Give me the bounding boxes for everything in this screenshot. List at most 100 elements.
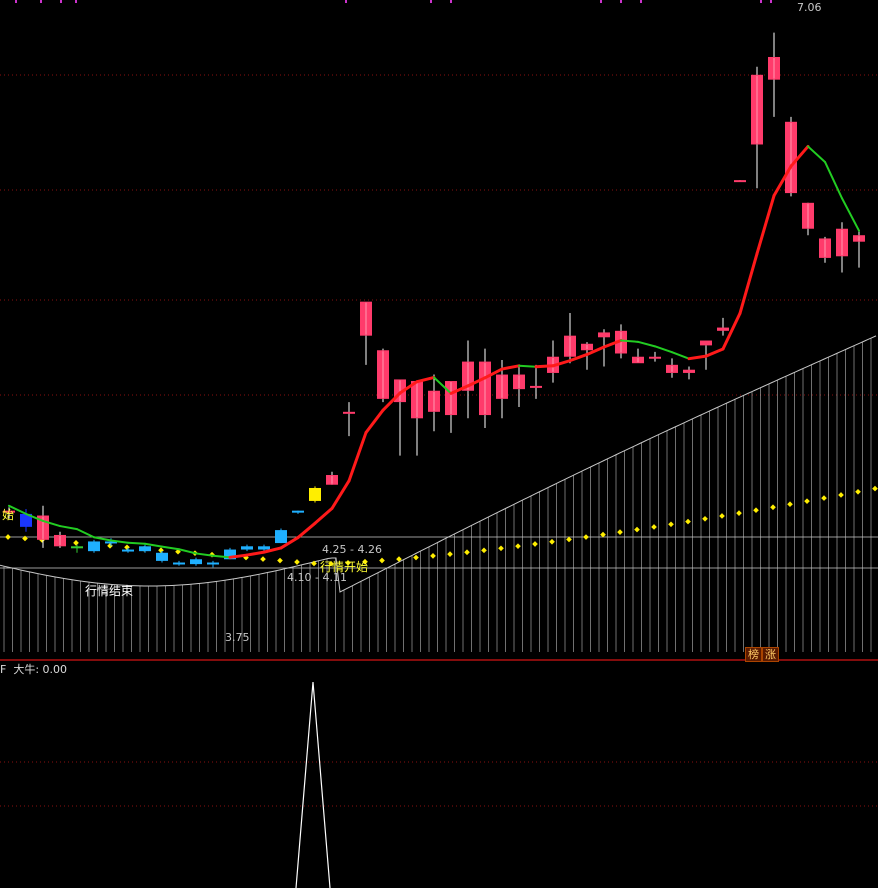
moving-average (8, 144, 860, 559)
candle-body (88, 541, 100, 552)
dot-marker (430, 553, 436, 559)
dot-marker (260, 556, 266, 562)
candle-body (530, 385, 542, 388)
low-price-label: 3.75 (225, 631, 250, 644)
dot-marker (634, 526, 640, 533)
candle-body (292, 510, 304, 513)
ma-segment (330, 479, 351, 510)
ma-segment (637, 340, 656, 348)
ma-segment (93, 536, 112, 542)
ma-segment (721, 311, 742, 351)
ma-segment (127, 541, 146, 545)
dot-marker (787, 501, 793, 508)
candle-body (241, 546, 253, 550)
ma-segment (296, 521, 317, 540)
ma-segment (620, 339, 639, 343)
candle-body (173, 562, 185, 565)
dot-marker (413, 554, 419, 561)
candle-body (343, 411, 355, 414)
badge-a: 榜 (745, 647, 762, 662)
ma-segment (245, 550, 266, 557)
candle-body (649, 356, 661, 359)
dot-marker (668, 521, 674, 528)
left-cut-label: 始 (2, 508, 15, 522)
ma-segment (824, 160, 843, 200)
candle-body (717, 327, 729, 331)
candle-body (309, 487, 321, 501)
candle-body (156, 552, 168, 561)
top-tick (75, 0, 77, 3)
ma-segment (687, 354, 708, 361)
dot-line (5, 485, 878, 567)
top-tick (620, 0, 622, 3)
ma-segment (313, 506, 334, 525)
envelope-bars (0, 335, 877, 652)
dot-marker (481, 547, 487, 554)
dot-marker (838, 492, 844, 498)
indicator-header: F 大牛: 0.00 (0, 663, 68, 676)
dot-marker (617, 529, 623, 535)
ma-segment (347, 431, 368, 483)
candle-body (190, 559, 202, 565)
dot-marker (73, 540, 79, 546)
dot-marker (124, 544, 130, 551)
dot-marker (753, 507, 759, 514)
trend-end-label: 行情结束 (85, 584, 134, 598)
candle-body (275, 530, 287, 544)
top-tick (450, 0, 452, 3)
dot-marker (22, 535, 28, 542)
indicator-name: 大牛 (13, 663, 36, 676)
candle-body (683, 369, 695, 373)
dot-marker (107, 542, 113, 549)
top-tick (770, 0, 772, 3)
indicator-line (295, 681, 331, 888)
candlestick-chart (0, 0, 878, 888)
dot-marker (447, 551, 453, 557)
indicator-value: 0.00 (42, 663, 68, 676)
dot-marker (719, 513, 725, 519)
ma-segment (144, 542, 163, 548)
ma-segment (671, 351, 690, 360)
dot-marker (804, 498, 810, 505)
ma-segment (841, 197, 860, 232)
dot-marker (498, 545, 504, 552)
dot-marker (651, 524, 657, 530)
dot-marker (515, 543, 521, 550)
candle-body (598, 332, 610, 338)
dot-marker (583, 534, 589, 540)
ma-segment (704, 347, 725, 358)
dot-marker (685, 518, 691, 525)
dot-marker (464, 549, 470, 556)
ma-segment (415, 375, 436, 384)
trend-start-label: 行情开始 (320, 560, 369, 574)
candle-body (139, 546, 151, 552)
ma-segment (738, 252, 759, 315)
candle-body (207, 562, 219, 565)
dot-marker (770, 504, 776, 511)
top-tick (345, 0, 347, 3)
dot-marker (736, 510, 742, 516)
top-tick (60, 0, 62, 3)
dot-marker (379, 557, 385, 564)
candle-body (258, 546, 270, 550)
top-tick (15, 0, 17, 3)
high-price-label: 7.06 (797, 1, 822, 14)
ma-segment (59, 525, 78, 531)
ma-segment (500, 364, 521, 371)
dot-marker (277, 557, 283, 564)
candle-body (122, 549, 134, 552)
ma-segment (654, 345, 673, 354)
candle-body (700, 340, 712, 346)
dot-marker (821, 495, 827, 501)
dot-marker (872, 485, 878, 492)
envelope-curve (0, 335, 877, 593)
indicator-prefix: F (0, 663, 7, 676)
ma-segment (76, 528, 95, 539)
dot-marker (855, 488, 861, 495)
ma-segment (807, 145, 826, 163)
candle-body (734, 180, 746, 183)
ma-segment (178, 548, 197, 555)
badge-b: 涨 (762, 647, 779, 662)
ma-segment (755, 194, 776, 256)
range-upper-label: 4.25 - 4.26 (322, 543, 382, 556)
